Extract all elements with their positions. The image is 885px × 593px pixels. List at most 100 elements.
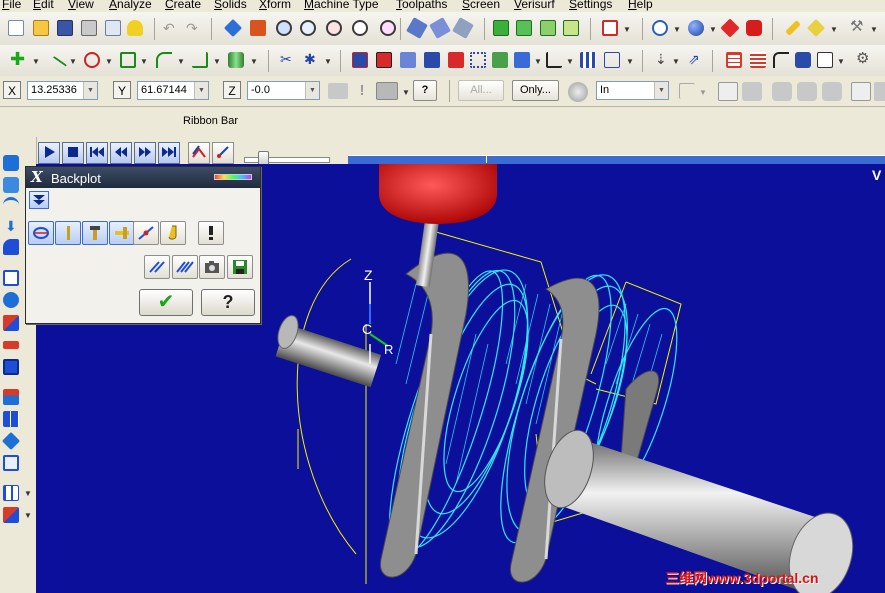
stop-button[interactable]	[62, 142, 84, 164]
undo-icon[interactable]: ↶	[163, 21, 179, 37]
menu-machine-type[interactable]: Machine Type	[304, 0, 379, 11]
select-body-icon[interactable]	[822, 82, 842, 101]
menu-verisurf[interactable]: Verisurf	[514, 0, 555, 11]
tool-display-button[interactable]	[212, 142, 234, 164]
array-icon[interactable]	[514, 52, 530, 68]
only-button[interactable]: Only...	[512, 80, 559, 101]
play-button[interactable]	[38, 142, 60, 164]
hatch-icon[interactable]	[546, 52, 562, 68]
wireframe-icon[interactable]	[429, 17, 451, 39]
globe-icon[interactable]	[652, 20, 668, 36]
chevron-down-icon[interactable]: ▼	[83, 82, 97, 99]
help-button[interactable]: ?	[201, 289, 255, 316]
select-solid-icon[interactable]	[772, 82, 792, 101]
repaint-icon[interactable]	[352, 20, 368, 36]
rotate-icon[interactable]	[400, 52, 416, 68]
display-endpoints-button[interactable]	[133, 221, 159, 245]
table-icon[interactable]	[580, 52, 596, 68]
highlighter-icon[interactable]	[806, 18, 826, 38]
arc-icon[interactable]	[84, 52, 100, 68]
solid-cube-2-icon[interactable]	[540, 20, 556, 36]
solid-box-icon[interactable]	[493, 20, 509, 36]
drill-icon[interactable]: ⇣	[655, 52, 671, 68]
save-icon[interactable]	[57, 20, 73, 36]
line-icon[interactable]	[44, 55, 68, 79]
print-icon[interactable]	[81, 20, 97, 36]
dropdown-arrow-icon[interactable]: ▼	[699, 88, 707, 97]
ok-button[interactable]: ✔	[139, 289, 193, 316]
select-more-icon[interactable]	[874, 82, 885, 101]
redo-icon[interactable]: ↷	[186, 21, 202, 37]
toolpath-trace-button[interactable]	[188, 142, 210, 164]
dropdown-arrow-icon[interactable]: ▼	[870, 25, 878, 34]
solid-red-icon[interactable]	[602, 20, 618, 36]
point-icon[interactable]: ✚	[10, 50, 26, 68]
dropdown-arrow-icon[interactable]: ▼	[672, 57, 680, 66]
menu-file[interactable]: File	[2, 0, 21, 11]
trim-icon[interactable]: ✂	[280, 52, 296, 68]
dimension-icon[interactable]	[604, 52, 620, 68]
menu-view[interactable]: View	[68, 0, 94, 11]
select-chain-icon[interactable]	[679, 83, 695, 99]
view-front-icon[interactable]	[3, 270, 19, 286]
machine-icon[interactable]	[795, 52, 811, 68]
dropdown-arrow-icon[interactable]: ▼	[324, 57, 332, 66]
collapse-button[interactable]	[29, 191, 49, 209]
select-face-icon[interactable]	[797, 82, 817, 101]
pan-icon[interactable]	[223, 18, 243, 38]
arrow-icon[interactable]	[492, 52, 508, 68]
select-shape-icon[interactable]	[742, 82, 762, 101]
solid-cube-3-icon[interactable]	[563, 20, 579, 36]
solid-extrude-icon[interactable]	[228, 52, 244, 68]
display-tool-button[interactable]	[55, 221, 81, 245]
speed-slider-track[interactable]	[244, 157, 330, 163]
dropdown-arrow-icon[interactable]: ▼	[623, 25, 631, 34]
chain-icon[interactable]	[192, 52, 208, 68]
chevron-down-icon[interactable]: ▼	[194, 82, 208, 99]
dropdown-arrow-icon[interactable]: ▼	[140, 57, 148, 66]
dropdown-arrow-icon[interactable]: ▼	[69, 57, 77, 66]
cplane-icon[interactable]	[3, 389, 19, 405]
red-cube-icon[interactable]	[720, 18, 740, 38]
chevron-down-icon[interactable]: ▼	[654, 82, 668, 99]
dropdown-arrow-icon[interactable]: ▼	[250, 57, 258, 66]
y-coordinate-field[interactable]: 61.67144 ▼	[137, 81, 209, 100]
rectangle-icon[interactable]	[120, 52, 136, 68]
layout-icon[interactable]	[3, 485, 19, 501]
dropdown-arrow-icon[interactable]: ▼	[566, 57, 574, 66]
view-back-icon[interactable]	[3, 359, 19, 375]
translate-icon[interactable]	[376, 52, 392, 68]
print-preview-icon[interactable]	[105, 20, 121, 36]
pencil-icon[interactable]	[785, 20, 801, 36]
menu-toolpaths[interactable]: Toolpaths	[396, 0, 447, 11]
dropdown-arrow-icon[interactable]: ▼	[830, 25, 838, 34]
help-button[interactable]: ?	[413, 80, 437, 101]
backplot-title-bar[interactable]: X Backplot	[26, 167, 260, 188]
display-rapid-button[interactable]	[109, 221, 135, 245]
menu-analyze[interactable]: Analyze	[109, 0, 152, 11]
view-plane-icon[interactable]	[3, 341, 19, 349]
select-cube-icon[interactable]	[851, 82, 871, 101]
y-axis-button[interactable]: Y	[113, 81, 131, 99]
zoom-window-icon[interactable]	[276, 20, 292, 36]
view-arc-icon[interactable]	[3, 197, 19, 213]
menu-screen[interactable]: Screen	[462, 0, 500, 11]
menu-edit[interactable]: Edit	[33, 0, 54, 11]
dropdown-arrow-icon[interactable]: ▼	[626, 57, 634, 66]
dropdown-arrow-icon[interactable]: ▼	[673, 25, 681, 34]
mirror-icon[interactable]	[424, 52, 440, 68]
view-down-icon[interactable]: ⬇	[5, 219, 21, 235]
curve-icon[interactable]	[773, 52, 789, 68]
dropdown-arrow-icon[interactable]: ▼	[402, 88, 410, 97]
menu-create[interactable]: Create	[165, 0, 201, 11]
dropdown-arrow-icon[interactable]: ▼	[213, 57, 221, 66]
fit-icon[interactable]	[250, 20, 266, 36]
playback-progress-bar[interactable]	[348, 155, 885, 164]
dropdown-arrow-icon[interactable]: ▼	[709, 25, 717, 34]
dropdown-arrow-icon[interactable]: ▼	[105, 57, 113, 66]
forward-button[interactable]	[134, 142, 156, 164]
info-button[interactable]	[198, 221, 224, 245]
grid-icon[interactable]	[726, 52, 742, 68]
dropdown-arrow-icon[interactable]: ▼	[534, 57, 542, 66]
line-style-2-button[interactable]	[172, 255, 198, 279]
